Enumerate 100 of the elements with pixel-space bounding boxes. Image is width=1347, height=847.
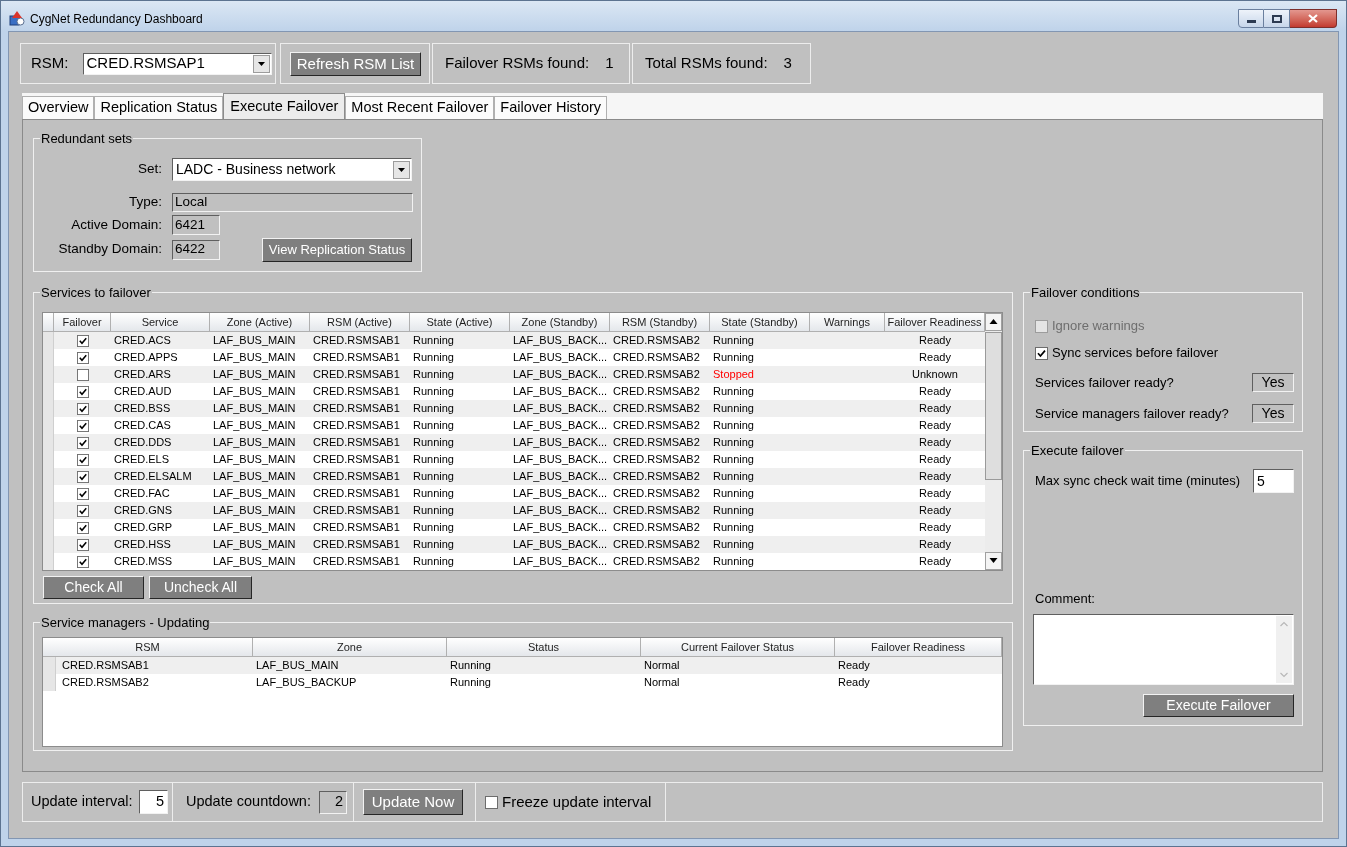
update-interval-label: Update interval:: [31, 792, 133, 812]
column-header[interactable]: Failover Readiness: [835, 638, 1002, 657]
column-header[interactable]: State (Active): [410, 313, 510, 332]
column-header[interactable]: Failover: [54, 313, 111, 332]
checkbox[interactable]: [76, 453, 89, 466]
column-header[interactable]: Failover Readiness: [885, 313, 985, 332]
checkbox[interactable]: [76, 436, 89, 449]
table-row[interactable]: CRED.BSS LAF_BUS_MAIN CRED.RSMSAB1 Running LAF_BUS_BACK... CRED.RSMSAB2 Running Ready: [43, 400, 985, 417]
readiness-text: Ready: [919, 334, 951, 347]
table-row[interactable]: CRED.GNS LAF_BUS_MAIN CRED.RSMSAB1 Running LAF_BUS_BACK... CRED.RSMSAB2 Running Ready: [43, 502, 985, 519]
rsm-name: CRED.RSMSAB2: [613, 453, 700, 466]
rsm-name: CRED.RSMSAB2: [613, 521, 700, 534]
max-wait-field[interactable]: 5: [1253, 469, 1294, 493]
update-interval-field[interactable]: 5: [139, 790, 168, 814]
zone-name: LAF_BUS_BACK...: [513, 538, 608, 551]
service-name: CRED.GNS: [114, 504, 173, 517]
uncheck-all-button[interactable]: Uncheck All: [149, 576, 252, 599]
zone-name: LAF_BUS_BACK...: [513, 334, 608, 347]
checkbox[interactable]: [76, 334, 89, 347]
rsm-name: CRED.RSMSAB1: [313, 436, 400, 449]
view-replication-status-button[interactable]: View Replication Status: [262, 237, 412, 262]
checkbox[interactable]: [76, 538, 89, 551]
tab[interactable]: Overview: [22, 96, 95, 119]
zone-name: LAF_BUS_BACKUP: [256, 676, 357, 689]
readiness-text: Ready: [919, 538, 951, 551]
checkbox-label[interactable]: Sync services before failover: [1052, 343, 1219, 363]
zone-name: LAF_BUS_BACK...: [513, 385, 608, 398]
checkbox[interactable]: [76, 521, 89, 534]
rsm-name: CRED.RSMSAB2: [613, 334, 700, 347]
checkbox[interactable]: [76, 555, 89, 568]
state-text: Running: [413, 555, 454, 568]
zone-name: LAF_BUS_MAIN: [213, 487, 296, 500]
readiness-text: Ready: [919, 504, 951, 517]
state-text: Running: [713, 419, 754, 432]
tab[interactable]: Failover History: [494, 96, 608, 119]
close-button[interactable]: [1290, 9, 1337, 28]
caret-down-icon: [393, 160, 410, 179]
state-text: Running: [413, 402, 454, 415]
zone-name: LAF_BUS_BACK...: [513, 555, 608, 568]
table-row[interactable]: CRED.HSS LAF_BUS_MAIN CRED.RSMSAB1 Running LAF_BUS_BACK... CRED.RSMSAB2 Running Ready: [43, 536, 985, 553]
set-dropdown[interactable]: LADC - Business network: [172, 158, 412, 181]
tab[interactable]: Execute Failover: [223, 93, 346, 119]
group-title: Failover conditions: [1030, 285, 1141, 300]
state-text: Running: [713, 555, 754, 568]
readiness-text: Ready: [838, 676, 870, 689]
readiness-text: Ready: [919, 419, 951, 432]
rsm-name: CRED.RSMSAB1: [62, 659, 149, 672]
refresh-rsm-list-button[interactable]: Refresh RSM List: [290, 51, 421, 76]
minimize-button[interactable]: [1238, 9, 1264, 28]
column-header[interactable]: Zone: [253, 638, 447, 657]
comment-field[interactable]: [1033, 614, 1294, 685]
checkbox[interactable]: [1035, 346, 1048, 360]
state-text: Running: [713, 504, 754, 517]
checkbox[interactable]: [76, 504, 89, 517]
service-name: CRED.CAS: [114, 419, 171, 432]
rsm-name: CRED.RSMSAB2: [613, 351, 700, 364]
table-corner-header: [43, 313, 54, 332]
update-countdown-label: Update countdown:: [186, 792, 311, 812]
checkbox[interactable]: [76, 385, 89, 398]
service-name: CRED.AUD: [114, 385, 172, 398]
group-title: Service managers - Updating: [40, 615, 211, 630]
column-header[interactable]: Zone (Standby): [510, 313, 610, 332]
vertical-scrollbar[interactable]: [985, 313, 1002, 570]
checkbox[interactable]: [76, 419, 89, 432]
checkbox[interactable]: [76, 487, 89, 500]
execute-failover-button[interactable]: Execute Failover: [1143, 694, 1294, 717]
column-header[interactable]: State (Standby): [710, 313, 810, 332]
checkbox[interactable]: [76, 402, 89, 415]
table-row[interactable]: CRED.DDS LAF_BUS_MAIN CRED.RSMSAB1 Running LAF_BUS_BACK... CRED.RSMSAB2 Running Ready: [43, 434, 985, 451]
readiness-text: Ready: [919, 402, 951, 415]
table-row[interactable]: CRED.ARS LAF_BUS_MAIN CRED.RSMSAB1 Running LAF_BUS_BACK... CRED.RSMSAB2 Stopped Unknown: [43, 366, 985, 383]
tab[interactable]: Most Recent Failover: [345, 96, 495, 119]
column-header[interactable]: Status: [447, 638, 641, 657]
service-name: CRED.ELS: [114, 453, 170, 466]
maximize-button[interactable]: [1264, 9, 1290, 28]
rsm-dropdown[interactable]: CRED.RSMSAP1: [82, 52, 272, 75]
update-now-button[interactable]: Update Now: [363, 789, 463, 815]
column-header[interactable]: RSM (Active): [310, 313, 410, 332]
checkbox[interactable]: [76, 368, 89, 381]
column-header[interactable]: RSM: [43, 638, 253, 657]
table-row[interactable]: CRED.RSMSAB1 LAF_BUS_MAIN Running Normal Ready: [43, 657, 1002, 674]
checkbox[interactable]: [485, 795, 498, 809]
tab[interactable]: Replication Status: [94, 96, 224, 119]
column-header[interactable]: Warnings: [810, 313, 885, 332]
zone-name: LAF_BUS_MAIN: [213, 436, 296, 449]
column-header[interactable]: Current Failover Status: [641, 638, 835, 657]
column-header[interactable]: RSM (Standby): [610, 313, 710, 332]
rsm-name: CRED.RSMSAB1: [313, 470, 400, 483]
zone-name: LAF_BUS_MAIN: [256, 659, 339, 672]
rsm-name: CRED.RSMSAB1: [313, 487, 400, 500]
rsm-name: CRED.RSMSAB2: [62, 676, 149, 689]
column-header[interactable]: Zone (Active): [210, 313, 310, 332]
checkbox[interactable]: [76, 470, 89, 483]
service-name: CRED.ELSALM: [114, 470, 192, 483]
checkbox-label[interactable]: Freeze update interval: [502, 790, 652, 814]
checkbox[interactable]: [76, 351, 89, 364]
table-row[interactable]: CRED.ACS LAF_BUS_MAIN CRED.RSMSAB1 Running LAF_BUS_BACK... CRED.RSMSAB2 Running Ready: [43, 332, 985, 349]
column-header[interactable]: Service: [111, 313, 210, 332]
check-all-button[interactable]: Check All: [43, 576, 144, 599]
table-row[interactable]: CRED.ELSALM LAF_BUS_MAIN CRED.RSMSAB1 Running LAF_BUS_BACK... CRED.RSMSAB2 Running Ready: [43, 468, 985, 485]
